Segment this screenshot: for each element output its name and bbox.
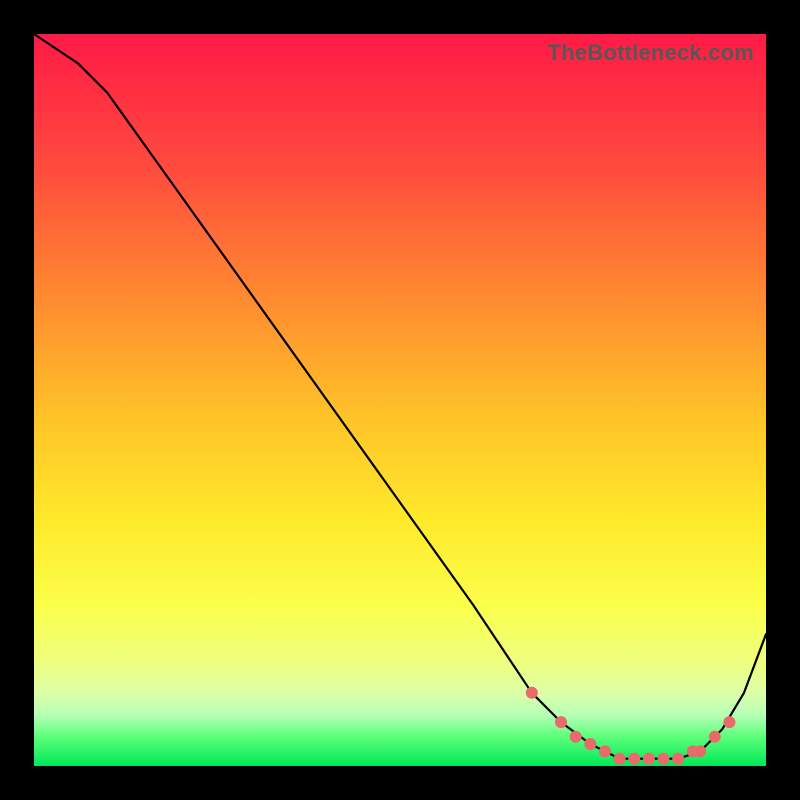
chart-frame: TheBottleneck.com: [0, 0, 800, 800]
curve-layer: [34, 34, 766, 766]
valley-dot: [526, 687, 538, 699]
valley-dot: [672, 753, 684, 765]
primary-curve: [34, 34, 766, 759]
valley-dot: [658, 753, 670, 765]
valley-dot: [628, 753, 640, 765]
valley-dot: [614, 753, 626, 765]
valley-dot: [694, 745, 706, 757]
valley-dot: [555, 716, 567, 728]
valley-dot: [570, 731, 582, 743]
valley-dot: [709, 731, 721, 743]
plot-area: TheBottleneck.com: [34, 34, 766, 766]
valley-dot: [643, 753, 655, 765]
valley-dots-group: [526, 687, 736, 765]
valley-dot: [723, 716, 735, 728]
valley-dot: [584, 738, 596, 750]
valley-dot: [599, 745, 611, 757]
